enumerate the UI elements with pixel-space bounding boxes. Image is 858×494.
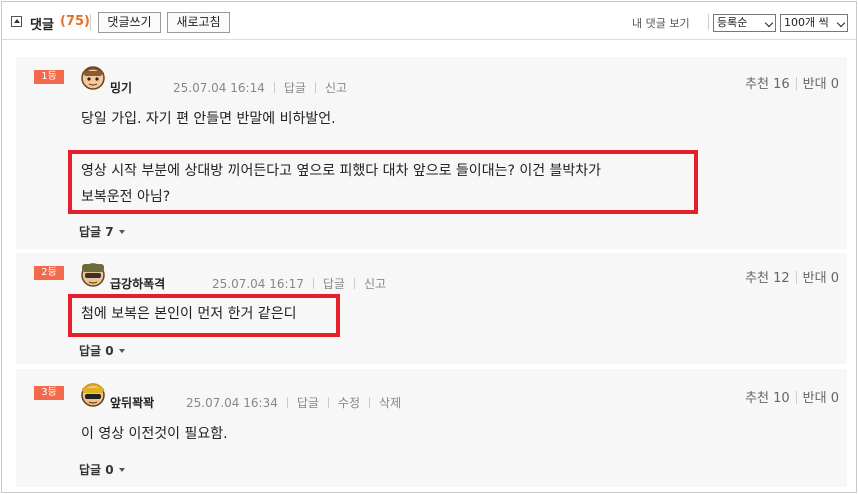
avatar-icon	[81, 263, 105, 287]
divider	[708, 14, 709, 30]
reply-link[interactable]: 답글	[284, 79, 306, 96]
edit-link[interactable]: 수정	[338, 394, 360, 411]
rank-badge: 3등	[34, 386, 64, 400]
sort-order-value: 등록순	[717, 16, 748, 29]
replies-toggle[interactable]: 답글 0	[79, 461, 125, 478]
comment-header: 댓글 (75) 댓글쓰기 새로고침 내 댓글 보기 등록순 100개 씩	[2, 2, 856, 40]
comment-text: 이 영상 이전것이 필요함.	[81, 426, 228, 442]
recommend-count[interactable]: 추천 16	[745, 77, 790, 92]
vote-info: 추천 10 반대 0	[745, 387, 839, 406]
rank-badge: 2등	[34, 266, 64, 280]
reply-link[interactable]: 답글	[297, 394, 319, 411]
report-link[interactable]: 신고	[364, 275, 386, 292]
caret-down-icon	[118, 349, 125, 353]
comment-date: 25.07.04 16:34	[186, 396, 278, 410]
comment-meta: 25.07.04 16:17 답글 신고	[212, 275, 386, 292]
oppose-count[interactable]: 반대 0	[803, 77, 839, 92]
per-page-select[interactable]: 100개 씩	[780, 14, 848, 32]
divider	[90, 14, 91, 30]
comment-date: 25.07.04 16:17	[212, 277, 304, 291]
chevron-down-icon	[764, 18, 774, 28]
comment-count: (75)	[60, 14, 90, 29]
comment-item: 3등 앞뒤꽉꽉 25.07.04 16:34 답글 수정 삭제 추천 10 반대 0 이…	[16, 369, 847, 487]
replies-toggle[interactable]: 답글 0	[79, 342, 125, 359]
avatar-icon	[81, 383, 105, 407]
replies-count: 답글 0	[79, 463, 114, 477]
caret-down-icon	[118, 230, 125, 234]
highlight-box	[68, 294, 340, 337]
vote-info: 추천 12 반대 0	[745, 267, 839, 286]
replies-count: 답글 7	[79, 225, 114, 239]
highlight-box	[68, 150, 698, 214]
comment-nickname[interactable]: 급강하폭격	[110, 275, 165, 292]
recommend-count[interactable]: 추천 12	[745, 271, 790, 286]
reply-link[interactable]: 답글	[323, 275, 345, 292]
my-comments-link[interactable]: 내 댓글 보기	[632, 15, 690, 31]
comment-nickname[interactable]: 앞뒤꽉꽉	[110, 394, 154, 411]
recommend-count[interactable]: 추천 10	[745, 391, 790, 406]
avatar-icon	[81, 66, 105, 90]
oppose-count[interactable]: 반대 0	[803, 271, 839, 286]
report-link[interactable]: 신고	[325, 79, 347, 96]
per-page-value: 100개 씩	[784, 16, 829, 29]
comment-section: 댓글 (75) 댓글쓰기 새로고침 내 댓글 보기 등록순 100개 씩 1등 …	[1, 1, 857, 493]
replies-toggle[interactable]: 답글 7	[79, 223, 125, 240]
comment-title: 댓글	[30, 18, 54, 33]
sort-order-select[interactable]: 등록순	[713, 14, 776, 32]
vote-info: 추천 16 반대 0	[745, 73, 839, 92]
caret-down-icon	[118, 468, 125, 472]
chevron-down-icon	[836, 18, 846, 28]
refresh-button[interactable]: 새로고침	[167, 12, 230, 33]
rank-badge: 1등	[34, 70, 64, 84]
comment-nickname[interactable]: 밍기	[110, 79, 132, 96]
comment-meta: 25.07.04 16:14 답글 신고	[173, 79, 347, 96]
oppose-count[interactable]: 반대 0	[803, 391, 839, 406]
write-comment-button[interactable]: 댓글쓰기	[98, 12, 161, 33]
delete-link[interactable]: 삭제	[379, 394, 401, 411]
comment-meta: 25.07.04 16:34 답글 수정 삭제	[186, 394, 401, 411]
collapse-toggle-icon[interactable]	[11, 16, 22, 27]
comment-date: 25.07.04 16:14	[173, 81, 265, 95]
replies-count: 답글 0	[79, 344, 114, 358]
comment-text: 당일 가입. 자기 편 안들면 반말에 비하발언.	[81, 111, 336, 127]
